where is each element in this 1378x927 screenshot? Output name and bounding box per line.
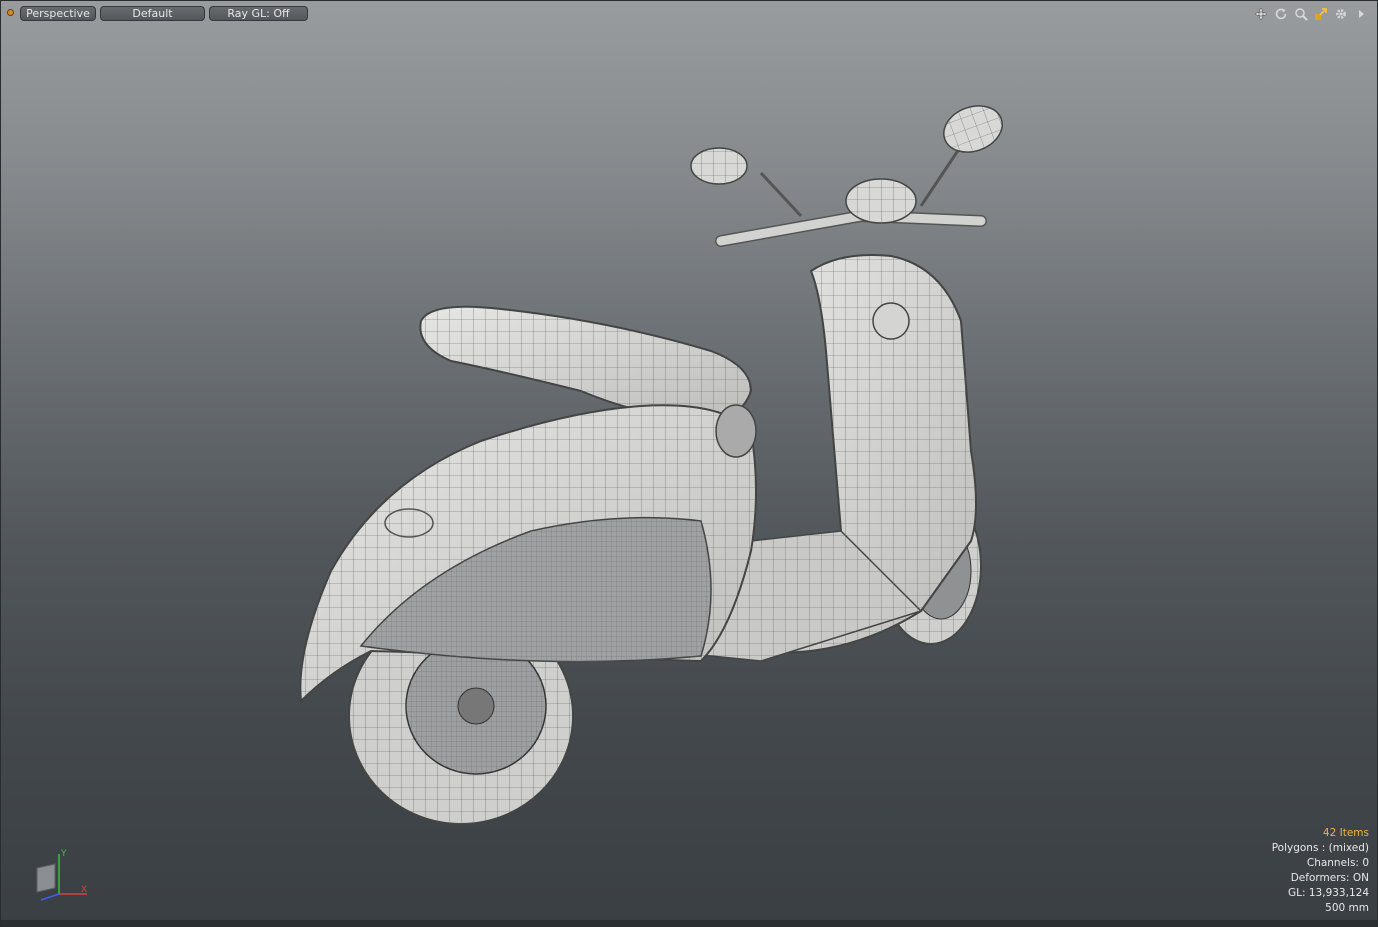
ray-gl-toggle[interactable]: Ray GL: Off	[209, 6, 308, 21]
deformers-info: Deformers: ON	[1290, 872, 1369, 884]
axis-gizmo: Y X	[36, 849, 87, 901]
item-count: 42 Items	[1322, 827, 1369, 839]
zoom-view-icon[interactable]	[1292, 5, 1309, 22]
scooter-mesh[interactable]	[281, 91, 1041, 851]
scene-info-overlay: 42 Items Polygons : (mixed) Channels: 0 …	[1272, 826, 1369, 916]
fit-view-icon[interactable]	[1312, 5, 1329, 22]
grid-scale: 500 mm	[1325, 902, 1369, 914]
viewport-bottom-border	[1, 920, 1377, 926]
viewport-nav-tools	[1252, 5, 1369, 23]
settings-icon[interactable]	[1332, 5, 1349, 22]
handlebar	[690, 105, 1003, 247]
expand-arrow-icon[interactable]	[1352, 5, 1369, 22]
gl-count: GL: 13,933,124	[1288, 887, 1369, 899]
move-view-icon[interactable]	[1252, 5, 1269, 22]
axis-x-label: X	[81, 885, 87, 895]
viewport-menu-indicator[interactable]	[7, 9, 14, 16]
channels-info: Channels: 0	[1306, 857, 1369, 869]
view-mode-dropdown[interactable]: Perspective	[20, 6, 96, 21]
rotate-view-icon[interactable]	[1272, 5, 1289, 22]
viewport-toolbar: Perspective Default Ray GL: Off	[1, 1, 1377, 25]
3d-viewport[interactable]: Perspective Default Ray GL: Off Y X 42 I…	[0, 0, 1378, 927]
polygon-info: Polygons : (mixed)	[1271, 842, 1369, 854]
seat	[419, 305, 753, 423]
shading-dropdown[interactable]: Default	[100, 6, 205, 21]
axis-y-label: Y	[60, 849, 67, 859]
